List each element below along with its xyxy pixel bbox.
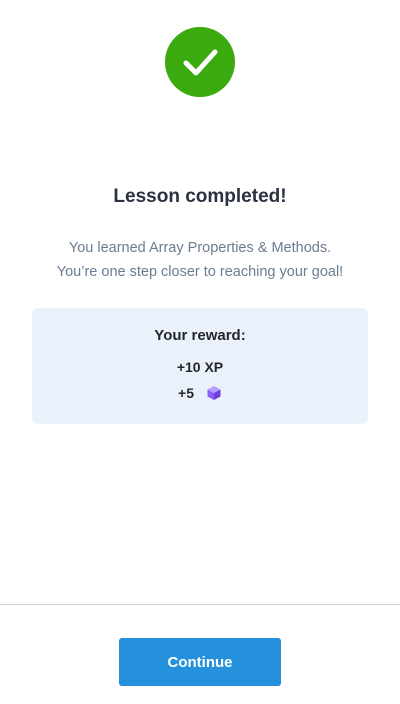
page-title: Lesson completed! — [113, 186, 287, 207]
reward-gems-row: +5 — [32, 385, 368, 401]
success-badge — [165, 27, 235, 97]
reward-heading: Your reward: — [154, 327, 246, 344]
gem-icon — [207, 386, 221, 400]
reward-xp: +10 XP — [176, 359, 224, 375]
completion-message: You learned Array Properties & Methods. … — [0, 236, 400, 284]
checkmark-icon — [183, 49, 218, 76]
completion-message-line-1: You learned Array Properties & Methods. — [68, 240, 332, 256]
lesson-complete-screen: Lesson completed! You learned Array Prop… — [0, 0, 400, 704]
footer-divider — [0, 604, 400, 605]
reward-card: Your reward: +10 XP +5 — [32, 308, 368, 424]
reward-gems-value: +5 — [178, 385, 194, 401]
continue-button[interactable]: Continue — [119, 638, 281, 686]
completion-message-line-2: You’re one step closer to reaching your … — [56, 264, 344, 280]
